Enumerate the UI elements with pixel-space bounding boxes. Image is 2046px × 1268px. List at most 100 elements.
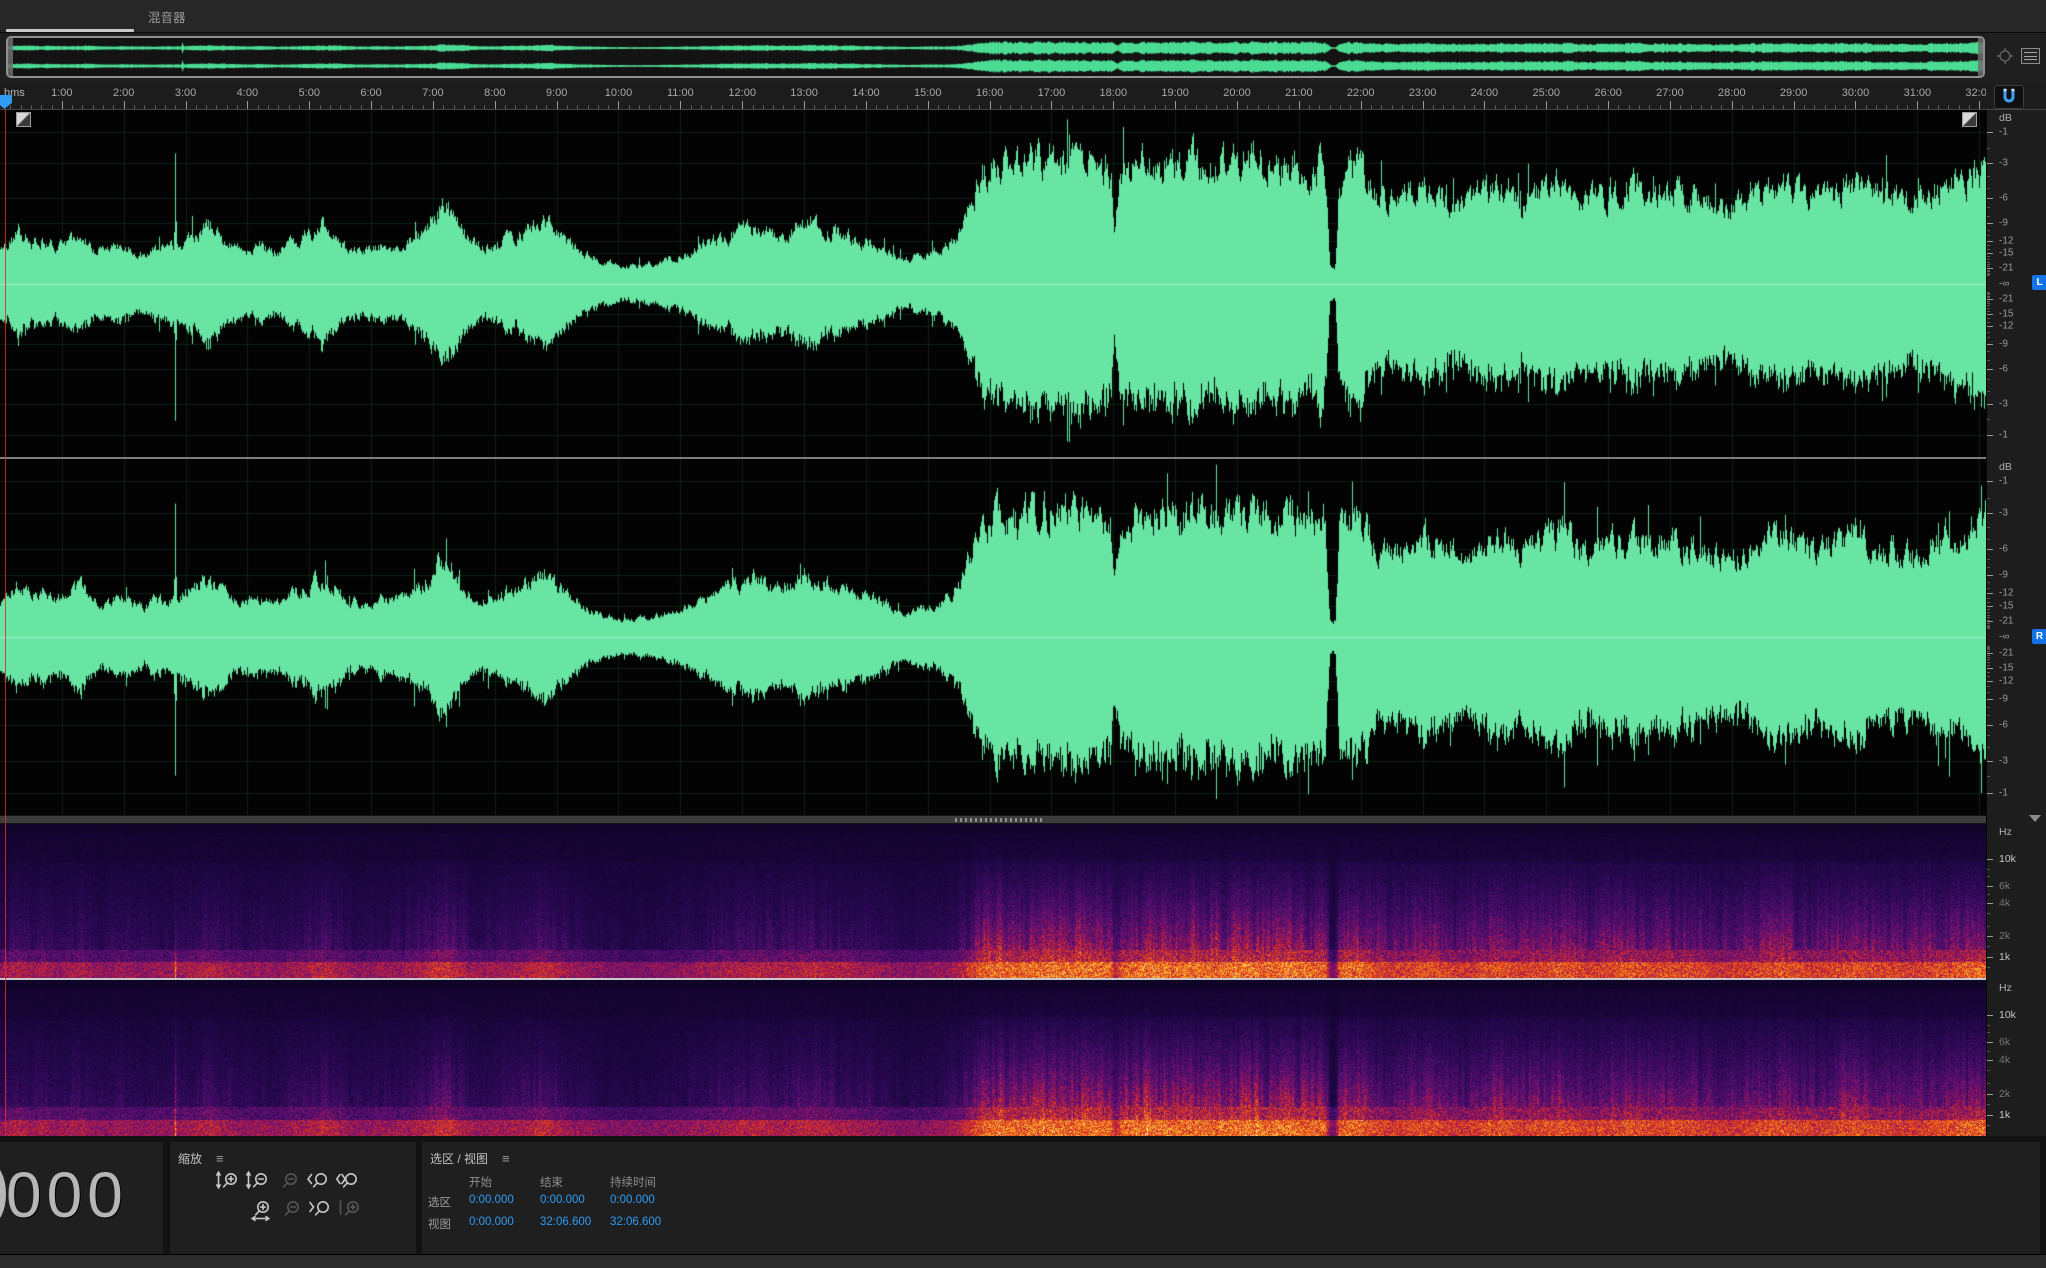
zoom-in-at-in-point-button[interactable] [305, 1170, 331, 1194]
ruler-minor-tick [1907, 105, 1908, 109]
ruler-label: 2:00 [113, 87, 134, 99]
hz-scale-right[interactable]: Hz10k6k4k2k1k [1987, 980, 2046, 1136]
ruler-minor-tick [732, 105, 733, 109]
db-label: -12 [1999, 235, 2013, 246]
ruler-label: 21:00 [1285, 87, 1313, 99]
db-tick [1987, 176, 1990, 177]
db-tick [1987, 419, 1990, 420]
ruler-minor-tick [505, 105, 506, 109]
ruler-minor-tick [1165, 105, 1166, 109]
ruler-minor-tick [227, 105, 228, 109]
spectrogram-channel-right[interactable] [0, 980, 1986, 1136]
db-tick [1987, 235, 1990, 236]
ruler-minor-tick [1443, 105, 1444, 109]
overview-waveform[interactable] [8, 38, 1983, 76]
range-handle-left[interactable] [8, 38, 13, 76]
spectrogram-channel-left[interactable] [0, 824, 1986, 978]
scroll-arrow-icon[interactable] [2029, 815, 2041, 822]
waveform-channel-left[interactable] [0, 110, 1986, 457]
overview-range-selector[interactable] [6, 36, 1985, 78]
db-unit-label: dB [1999, 461, 2012, 473]
hz-label: 1k [1999, 1109, 2010, 1121]
selection-duration[interactable]: 0:00.000 [610, 1194, 655, 1206]
ruler-major-tick [1917, 101, 1918, 109]
range-handle-right[interactable] [1978, 38, 1983, 76]
ruler-minor-tick [21, 105, 22, 109]
ruler-major-tick [1732, 101, 1733, 109]
selection-end[interactable]: 0:00.000 [540, 1194, 585, 1206]
snap-toggle-button[interactable] [1994, 85, 2024, 109]
ruler-minor-tick [1783, 105, 1784, 109]
hud-grabber-top-left[interactable] [16, 112, 31, 127]
selection-start[interactable]: 0:00.000 [469, 1194, 514, 1206]
db-label: -21 [1999, 616, 2013, 627]
ruler-major-tick [1361, 101, 1362, 109]
hz-tick [1987, 859, 1993, 860]
ruler-major-tick [309, 101, 310, 109]
db-tick [1987, 648, 1990, 649]
db-label: -3 [1999, 157, 2008, 168]
db-label: -21 [1999, 263, 2013, 274]
waveform-spectral-divider[interactable] [0, 815, 1986, 824]
zoom-reset-button[interactable] [337, 1198, 363, 1222]
zoom-in-vertical-button[interactable] [215, 1170, 241, 1194]
db-tick [1987, 292, 1990, 293]
ruler-major-tick [186, 101, 187, 109]
db-tick [1987, 567, 1990, 568]
ruler-major-tick [495, 101, 496, 109]
ruler-minor-tick [887, 105, 888, 109]
view-end[interactable]: 32:06.600 [540, 1216, 591, 1228]
channel-badge-left[interactable]: L [2032, 275, 2046, 290]
overview-zoom-icon[interactable] [1995, 46, 2015, 66]
db-tick [1987, 369, 1993, 370]
hz-label: 6k [1999, 1036, 2010, 1048]
ruler-major-tick [1175, 101, 1176, 109]
ruler-minor-tick [381, 105, 382, 109]
zoom-to-selection-button[interactable] [335, 1170, 361, 1194]
zoom-in-at-out-point-button[interactable] [307, 1198, 333, 1222]
ruler-minor-tick [258, 105, 259, 109]
ruler-minor-tick [1845, 105, 1846, 109]
timeline-ruler[interactable]: 1:002:003:004:005:006:007:008:009:0010:0… [0, 83, 2046, 110]
divider-grip[interactable] [955, 818, 1043, 822]
ruler-minor-tick [1639, 105, 1640, 109]
ruler-minor-tick [660, 105, 661, 109]
db-tick [1987, 216, 1990, 217]
ruler-minor-tick [1000, 105, 1001, 109]
ruler-minor-tick [629, 105, 630, 109]
db-tick [1987, 776, 1990, 777]
hz-label: 2k [1999, 930, 2010, 942]
channel-badge-right[interactable]: R [2032, 629, 2046, 644]
db-tick [1987, 266, 1990, 267]
zoom-in-horizontal-button[interactable] [247, 1198, 273, 1222]
hz-tick [1987, 869, 1990, 870]
zoom-panel-menu-icon[interactable]: ≡ [216, 1152, 224, 1165]
overview-menu-icon[interactable] [2021, 48, 2040, 64]
zoom-out-vertical-button[interactable] [245, 1170, 271, 1194]
ruler-minor-tick [588, 105, 589, 109]
ruler-minor-tick [340, 105, 341, 109]
view-start[interactable]: 0:00.000 [469, 1216, 514, 1228]
ruler-major-tick [1299, 101, 1300, 109]
ruler-minor-tick [216, 105, 217, 109]
db-tick [1987, 299, 1993, 300]
hz-tick [1987, 1015, 1993, 1016]
view-duration[interactable]: 32:06.600 [610, 1216, 661, 1228]
hz-scale-left[interactable]: Hz10k6k4k2k1k [1987, 824, 2046, 978]
hz-unit-label: Hz [1999, 982, 2012, 994]
hz-tick [1987, 1060, 1993, 1061]
ruler-minor-tick [144, 105, 145, 109]
zoom-out-horizontal-button[interactable] [277, 1198, 303, 1222]
tab-mixer[interactable]: 混音器 [138, 0, 196, 33]
waveform-channel-right[interactable] [0, 459, 1986, 815]
selection-panel-menu-icon[interactable]: ≡ [502, 1152, 510, 1165]
db-tick [1987, 549, 1993, 550]
hz-label: 4k [1999, 1054, 2010, 1066]
db-tick [1987, 303, 1990, 304]
ruler-minor-tick [1082, 105, 1083, 109]
row-label-view: 视图 [428, 1216, 451, 1232]
zoom-out-full-button[interactable] [275, 1170, 301, 1194]
ruler-minor-tick [443, 105, 444, 109]
time-display[interactable]: 000 [6, 1158, 128, 1232]
hud-grabber-top-right[interactable] [1962, 112, 1977, 127]
